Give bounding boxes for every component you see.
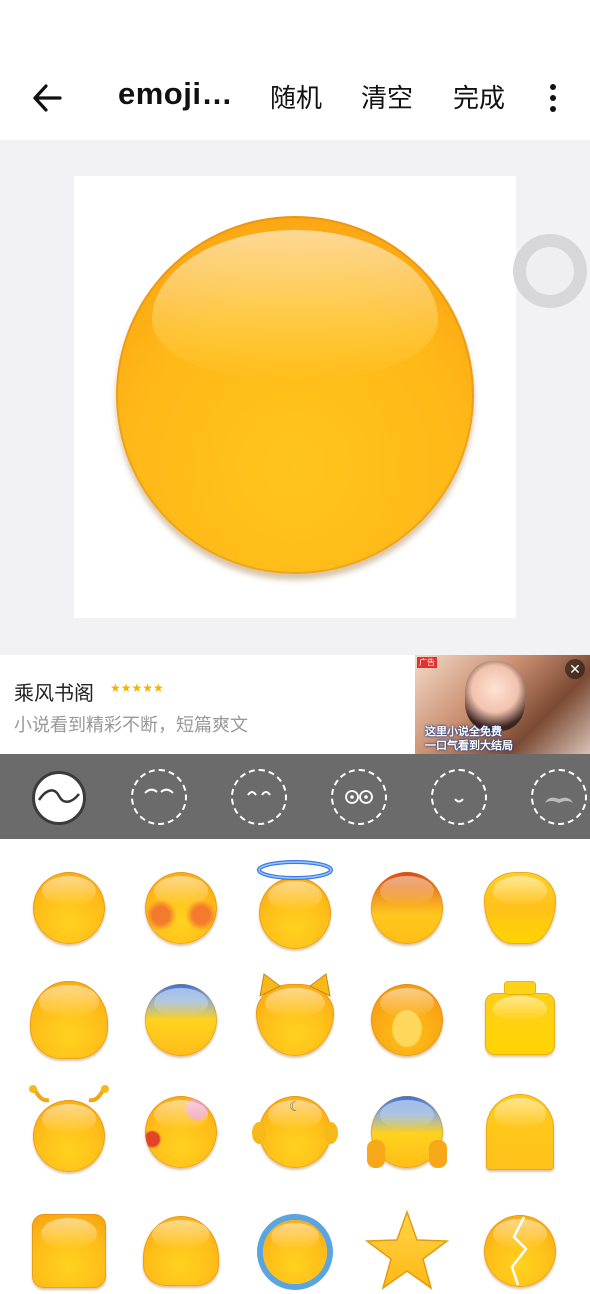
- face-option-bandaged[interactable]: [131, 1082, 231, 1182]
- ad-caption-line1: 这里小说全免费: [425, 726, 502, 738]
- bandaged-face-icon: [145, 1096, 217, 1168]
- face-option-flower[interactable]: [245, 1194, 345, 1294]
- ad-banner[interactable]: 乘风书阁 ★★★★★ 小说看到精彩不断，短篇爽文 广告 这里小说全免费 一口气看…: [0, 655, 590, 754]
- face-option-arch[interactable]: [470, 1082, 570, 1182]
- ad-caption-line2: 一口气看到大结局: [425, 740, 513, 752]
- face-option-antenna[interactable]: [19, 1082, 119, 1182]
- ad-rating-stars: ★★★★★: [110, 681, 164, 695]
- cat-face-icon: [256, 973, 334, 1056]
- more-dot-icon: [550, 84, 556, 90]
- status-bar: [0, 0, 590, 56]
- face-option-block[interactable]: [470, 970, 570, 1070]
- square-face-icon: [32, 1214, 106, 1288]
- face-option-cracked[interactable]: [470, 1194, 570, 1294]
- face-option-ghost[interactable]: [131, 1194, 231, 1294]
- back-button[interactable]: [22, 73, 72, 123]
- face-option-blue-top[interactable]: [131, 970, 231, 1070]
- star-face-icon: [364, 1209, 450, 1290]
- clear-button[interactable]: 清空: [361, 78, 413, 115]
- flower-face-icon: [263, 1220, 327, 1284]
- hands-face-icon: [367, 1096, 447, 1168]
- face-option-red-top[interactable]: [357, 858, 457, 958]
- glasses-category-tab[interactable]: [331, 769, 387, 825]
- teardrop-face-icon: [484, 872, 556, 944]
- back-arrow-icon: [33, 84, 62, 112]
- more-dot-icon: [550, 106, 556, 112]
- background-toggle-button[interactable]: [513, 234, 587, 308]
- face-option-cat[interactable]: [245, 970, 345, 1070]
- ad-close-icon[interactable]: ✕: [565, 659, 585, 679]
- mustache-icon: [545, 797, 573, 803]
- eyebrows-category-tab[interactable]: [131, 769, 187, 825]
- plain-face-icon: [33, 872, 105, 944]
- emoji-preview-face: [116, 216, 474, 574]
- category-bar: [0, 754, 590, 839]
- ad-title: 乘风书阁: [14, 683, 94, 705]
- eyebrows-icon: [144, 788, 174, 794]
- face-option-wide[interactable]: [19, 970, 119, 1070]
- ad-badge: 广告: [417, 657, 437, 668]
- face-option-teardrop[interactable]: [470, 858, 570, 958]
- mouth-category-tab[interactable]: [431, 769, 487, 825]
- monkey-face-icon: [371, 984, 443, 1056]
- ad-subtitle: 小说看到精彩不断，短篇爽文: [14, 715, 248, 735]
- mustache-category-tab[interactable]: [531, 769, 587, 825]
- face-base-category-tab[interactable]: [32, 771, 86, 825]
- random-button[interactable]: 随机: [270, 78, 322, 115]
- face-base-icon: [37, 789, 80, 803]
- face-option-plain[interactable]: [19, 858, 119, 958]
- glasses-icon: [345, 790, 373, 804]
- block-face-icon: [485, 981, 555, 1055]
- blush-face-icon: [145, 872, 217, 944]
- red-top-face-icon: [371, 872, 443, 944]
- face-option-square[interactable]: [19, 1194, 119, 1294]
- wide-face-icon: [30, 981, 108, 1059]
- blue-top-face-icon: [145, 984, 217, 1056]
- cracked-face-icon: [484, 1215, 556, 1287]
- ghost-face-icon: [143, 1216, 219, 1286]
- emoji-canvas: [74, 176, 516, 618]
- face-option-star[interactable]: [357, 1194, 457, 1294]
- mouth-icon: [454, 798, 464, 803]
- arch-face-icon: [486, 1094, 554, 1170]
- more-dot-icon: [550, 95, 556, 101]
- done-button[interactable]: 完成: [453, 78, 505, 115]
- ad-image-caption: 这里小说全免费 一口气看到大结局: [425, 725, 513, 753]
- eyes-icon: [247, 791, 271, 796]
- face-option-hands[interactable]: [357, 1082, 457, 1182]
- ad-image[interactable]: 广告 这里小说全免费 一口气看到大结局: [415, 655, 590, 754]
- eared-face-icon: ☾: [252, 1096, 338, 1168]
- face-option-blush[interactable]: [131, 858, 231, 958]
- page-title: emoji…: [118, 76, 233, 111]
- halo-face-icon: [257, 860, 333, 949]
- app-bar: emoji… 随机 清空 完成: [0, 56, 590, 140]
- more-options-button[interactable]: [538, 76, 568, 120]
- antenna-face-icon: [29, 1085, 109, 1172]
- face-options-grid: ☾: [0, 839, 590, 1290]
- emoji-preview-area: [0, 140, 590, 655]
- face-option-monkey[interactable]: [357, 970, 457, 1070]
- face-option-halo[interactable]: [245, 858, 345, 958]
- face-option-eared[interactable]: ☾: [245, 1082, 345, 1182]
- eyes-category-tab[interactable]: [231, 769, 287, 825]
